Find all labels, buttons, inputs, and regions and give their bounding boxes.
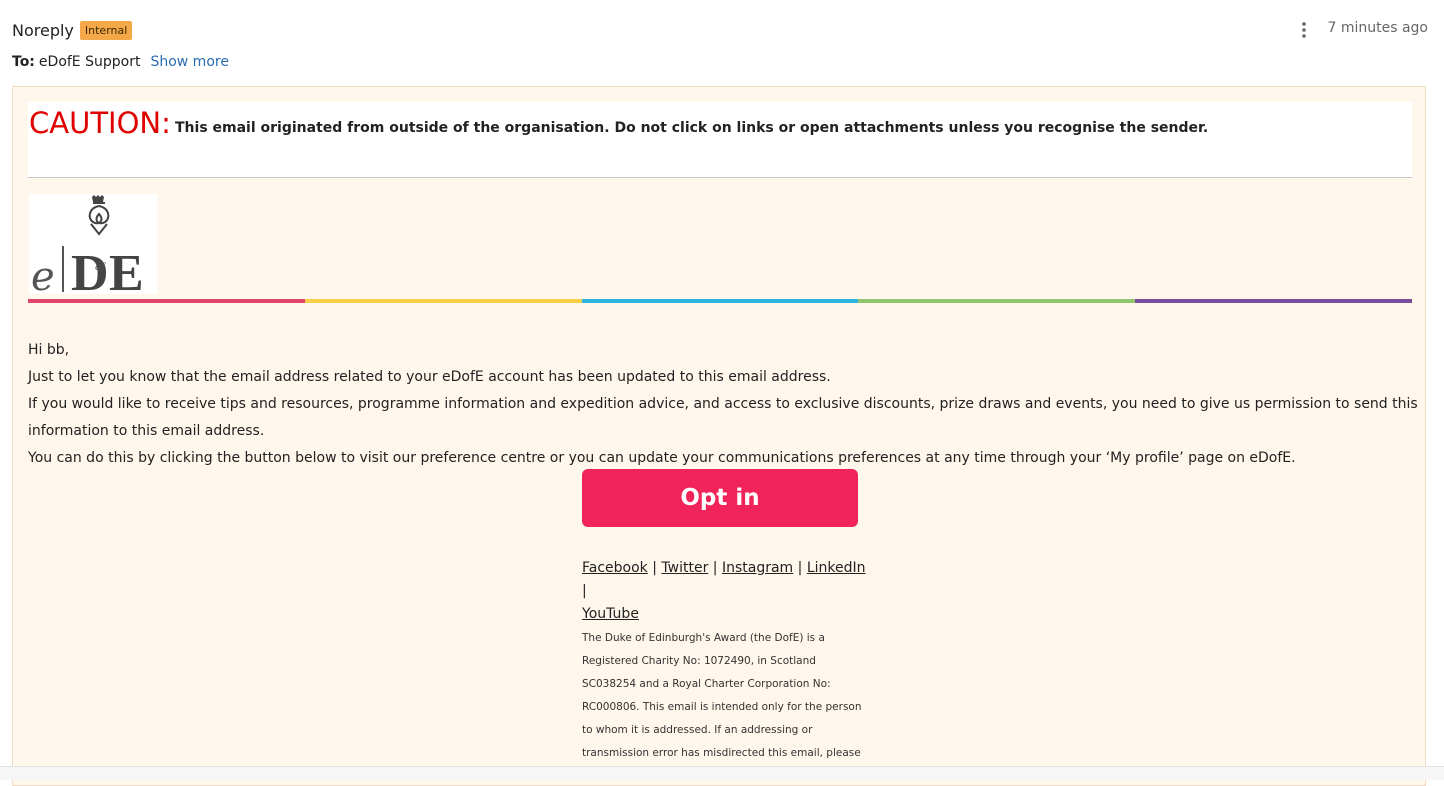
stripe-segment [581,299,859,303]
recipient-name: eDofE Support [38,54,141,70]
color-stripe [28,299,1412,303]
internal-badge: Internal [79,20,133,40]
social-links: Facebook | Twitter | Instagram | LinkedI… [582,557,872,626]
stripe-segment [304,299,582,303]
logo-letter-e: e [31,254,55,294]
twitter-link[interactable]: Twitter [661,560,708,576]
email-text: Hi bb, Just to let you know that the ema… [28,337,1418,472]
linkedin-link[interactable]: LinkedIn [807,560,866,576]
social-separator: | [652,560,657,576]
body-line-2: If you would like to receive tips and re… [28,396,1418,439]
body-line-1: Just to let you know that the email addr… [28,369,831,385]
stripe-segment [858,299,1136,303]
more-options-icon[interactable] [1294,19,1314,41]
stripe-segment [28,299,305,303]
sender-name[interactable]: Noreply [12,21,74,40]
legal-footer: The Duke of Edinburgh's Award (the DofE)… [582,632,862,759]
body-line-3: You can do this by clicking the button b… [28,450,1296,466]
recipient-row: To: eDofE Support Show more [12,54,229,70]
youtube-link[interactable]: YouTube [582,606,639,622]
logo-letter-e-second: E [109,245,144,294]
timestamp: 7 minutes ago [1327,20,1428,36]
message-body: CAUTION: This email originated from outs… [12,86,1426,786]
to-label: To: [12,54,35,70]
caution-text: This email originated from outside of th… [175,120,1209,136]
edofe-logo: e D of E [29,194,157,302]
social-separator: | [797,560,803,576]
stripe-segment [1135,299,1412,303]
social-separator: | [712,560,718,576]
caution-banner: CAUTION: This email originated from outs… [28,102,1412,178]
facebook-link[interactable]: Facebook [582,560,648,576]
greeting: Hi bb, [28,342,70,358]
caution-title: CAUTION: [29,106,171,140]
sender-row: Noreply Internal [12,18,133,42]
show-more-link[interactable]: Show more [150,54,229,70]
instagram-link[interactable]: Instagram [722,560,793,576]
pane-bottom-edge [0,766,1444,780]
opt-in-button[interactable]: Opt in [582,469,858,527]
social-separator: | [582,583,587,599]
edofe-logo-graphic: e D of E [31,195,144,302]
